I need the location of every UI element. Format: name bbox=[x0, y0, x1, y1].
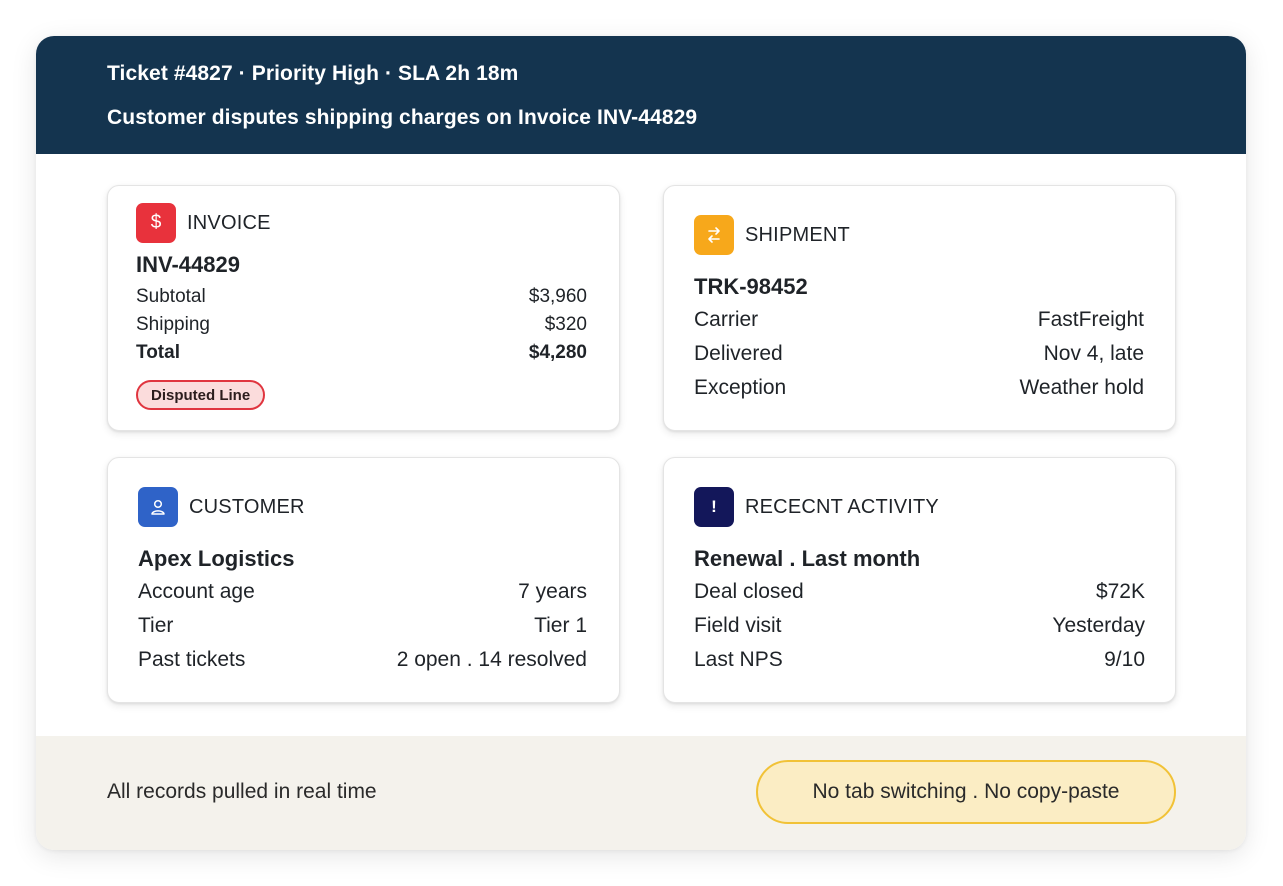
user-icon bbox=[138, 487, 178, 527]
shipment-card-header: SHIPMENT bbox=[694, 215, 850, 255]
no-tab-switching-pill: No tab switching . No copy-paste bbox=[756, 760, 1176, 824]
customer-row-tier: Tier Tier 1 bbox=[138, 614, 587, 638]
activity-row-field-visit: Field visit Yesterday bbox=[694, 614, 1145, 638]
shipment-row-delivered: Delivered Nov 4, late bbox=[694, 342, 1144, 366]
invoice-row-shipping: Shipping $320 bbox=[136, 314, 587, 336]
customer-name: Apex Logistics bbox=[138, 546, 295, 571]
customer-card[interactable]: CUSTOMER Apex Logistics Account age 7 ye… bbox=[107, 457, 620, 703]
ticket-meta: Ticket #4827 · Priority High · SLA 2h 18… bbox=[107, 62, 519, 85]
customer-row-past-tickets: Past tickets 2 open . 14 resolved bbox=[138, 648, 587, 672]
invoice-card[interactable]: $ INVOICE INV-44829 Subtotal $3,960 Ship… bbox=[107, 185, 620, 431]
row-value: $4,280 bbox=[528, 342, 587, 363]
shipment-row-carrier: Carrier FastFreight bbox=[694, 308, 1144, 332]
row-value: 7 years bbox=[518, 580, 587, 603]
row-value: $72K bbox=[1095, 580, 1145, 603]
dollar-icon: $ bbox=[136, 203, 176, 243]
shipment-card[interactable]: SHIPMENT TRK-98452 Carrier FastFreight D… bbox=[663, 185, 1176, 431]
invoice-label: INVOICE bbox=[187, 211, 271, 234]
customer-card-header: CUSTOMER bbox=[138, 487, 305, 527]
row-label: Account age bbox=[138, 580, 255, 603]
activity-card-header: ! RECECNT ACTIVITY bbox=[694, 487, 939, 527]
row-label: Total bbox=[136, 342, 180, 363]
ticket-subject: Customer disputes shipping charges on In… bbox=[107, 106, 698, 129]
row-label: Field visit bbox=[694, 614, 782, 637]
invoice-card-header: $ INVOICE bbox=[136, 203, 271, 243]
row-value: Nov 4, late bbox=[1043, 342, 1144, 365]
row-label: Deal closed bbox=[694, 580, 804, 603]
row-value: $3,960 bbox=[528, 286, 587, 307]
shipment-label: SHIPMENT bbox=[745, 223, 850, 246]
row-label: Subtotal bbox=[136, 286, 206, 307]
panel-footer: All records pulled in real time No tab s… bbox=[36, 736, 1246, 850]
exclamation-icon: ! bbox=[694, 487, 734, 527]
row-value: 2 open . 14 resolved bbox=[396, 648, 587, 671]
customer-row-account-age: Account age 7 years bbox=[138, 580, 587, 604]
row-label: Shipping bbox=[136, 314, 210, 335]
shipment-row-exception: Exception Weather hold bbox=[694, 376, 1144, 400]
row-value: FastFreight bbox=[1037, 308, 1144, 331]
disputed-line-badge[interactable]: Disputed Line bbox=[136, 380, 266, 410]
row-value: Tier 1 bbox=[534, 614, 587, 637]
row-value: 9/10 bbox=[1104, 648, 1145, 671]
row-label: Tier bbox=[138, 614, 174, 637]
user-glyph bbox=[151, 499, 165, 515]
row-label: Carrier bbox=[694, 308, 759, 331]
row-label: Delivered bbox=[694, 342, 783, 365]
activity-card[interactable]: ! RECECNT ACTIVITY Renewal . Last month … bbox=[663, 457, 1176, 703]
row-value: Weather hold bbox=[1019, 376, 1144, 399]
invoice-row-total: Total $4,280 bbox=[136, 342, 587, 364]
swap-arrows-icon bbox=[694, 215, 734, 255]
ticket-panel: Ticket #4827 · Priority High · SLA 2h 18… bbox=[36, 36, 1246, 850]
invoice-number: INV-44829 bbox=[136, 252, 240, 277]
invoice-row-subtotal: Subtotal $3,960 bbox=[136, 286, 587, 308]
row-label: Last NPS bbox=[694, 648, 783, 671]
activity-row-last-nps: Last NPS 9/10 bbox=[694, 648, 1145, 672]
customer-label: CUSTOMER bbox=[189, 495, 305, 518]
row-label: Past tickets bbox=[138, 648, 246, 671]
activity-row-deal-closed: Deal closed $72K bbox=[694, 580, 1145, 604]
row-value: Yesterday bbox=[1052, 614, 1145, 637]
row-value: $320 bbox=[544, 314, 587, 335]
activity-label: RECECNT ACTIVITY bbox=[745, 495, 939, 518]
realtime-note: All records pulled in real time bbox=[107, 780, 377, 803]
tracking-number: TRK-98452 bbox=[694, 274, 808, 299]
ticket-header: Ticket #4827 · Priority High · SLA 2h 18… bbox=[36, 36, 1246, 154]
swap-arrows-glyph bbox=[708, 227, 720, 243]
row-label: Exception bbox=[694, 376, 787, 399]
activity-title: Renewal . Last month bbox=[694, 546, 921, 571]
